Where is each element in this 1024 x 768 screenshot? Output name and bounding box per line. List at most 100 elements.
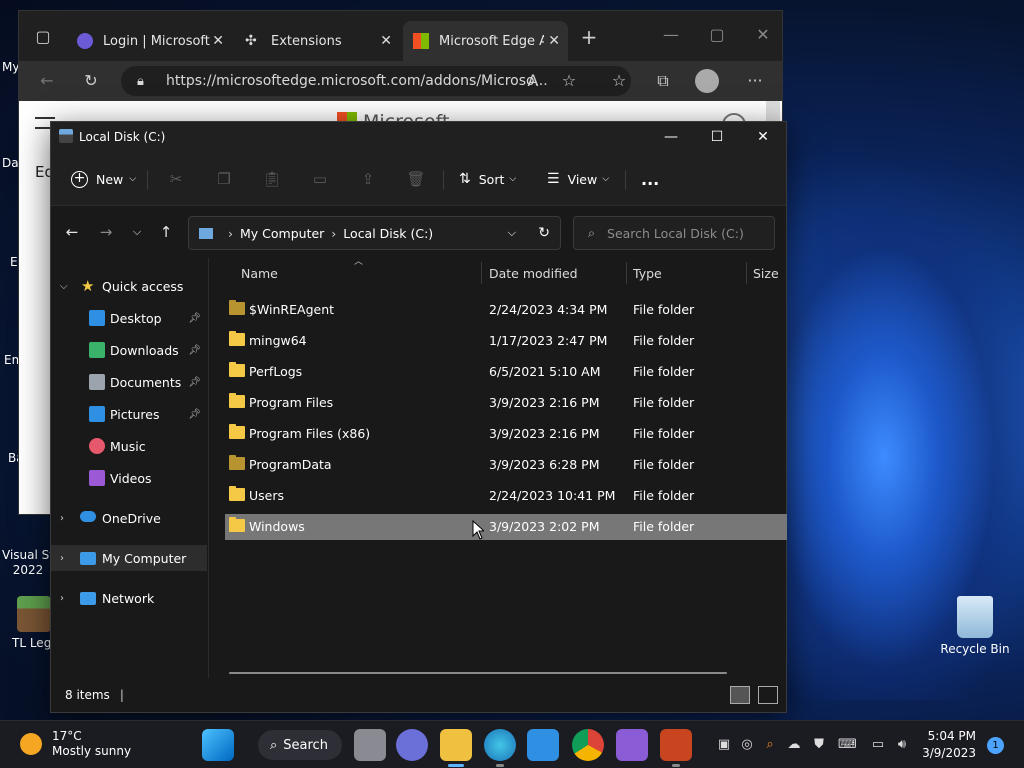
weather-widget[interactable]: 17°C Mostly sunny (20, 729, 131, 759)
minimize-icon[interactable]: — (648, 122, 694, 152)
tab-login-microsoft[interactable]: Login | Microsoft 3( ✕ (67, 21, 232, 61)
table-row[interactable]: Windows 3/9/2023 2:02 PM File folder (225, 514, 787, 540)
powerpoint-icon[interactable] (660, 729, 692, 767)
column-divider[interactable] (481, 262, 482, 284)
tray-search-icon[interactable]: ⌕ (762, 737, 778, 753)
new-button[interactable]: + New ⌵ (71, 168, 136, 190)
details-view-icon[interactable] (730, 686, 750, 704)
file-name: Users (249, 488, 285, 503)
favorites-icon[interactable]: ☆ (607, 69, 631, 93)
close-tab-icon[interactable]: ✕ (380, 33, 392, 49)
sidebar-item-network[interactable]: › Network (51, 585, 207, 611)
sidebar-item-music[interactable]: Music (51, 433, 207, 459)
column-header-name[interactable]: Name (241, 266, 278, 281)
cloud-icon (80, 511, 96, 522)
back-icon[interactable]: ← (35, 69, 59, 93)
clock[interactable]: 5:04 PM 3/9/2023 (922, 728, 976, 762)
table-row[interactable]: $WinREAgent 2/24/2023 4:34 PM File folder (225, 297, 787, 323)
view-button[interactable]: ☰ View ⌵ (547, 168, 609, 190)
see-more-button[interactable]: ... (641, 168, 659, 190)
keyboard-icon[interactable]: ⌨ (838, 737, 857, 753)
store-icon[interactable] (527, 729, 559, 761)
delete-icon[interactable]: 🗑︎ (405, 168, 427, 190)
command-bar: + New ⌵ ✂ ❐ 📋︎ ▭ ⇪ 🗑︎ ⇅ Sort ⌵ ☰ View ⌵ … (51, 152, 786, 206)
large-icons-view-icon[interactable] (758, 686, 778, 704)
chat-icon[interactable] (396, 729, 428, 761)
table-row[interactable]: Program Files 3/9/2023 2:16 PM File folder (225, 390, 787, 416)
table-row[interactable]: Users 2/24/2023 10:41 PM File folder (225, 483, 787, 509)
sidebar-item-quick-access[interactable]: ⌵ ★ Quick access (51, 273, 207, 299)
tray-app-icon[interactable]: ☁ (786, 737, 802, 753)
close-tab-icon[interactable]: ✕ (212, 33, 224, 49)
close-window-icon[interactable]: ✕ (751, 23, 775, 47)
sidebar-item-pictures[interactable]: Pictures 📌︎ (51, 401, 207, 427)
file-explorer-taskbar-icon[interactable] (440, 729, 472, 767)
cut-icon[interactable]: ✂ (165, 168, 187, 190)
minimize-icon[interactable]: — (659, 23, 683, 47)
tab-extensions[interactable]: ✣ Extensions ✕ (235, 21, 400, 61)
add-favorite-icon[interactable]: ☆ (557, 69, 581, 93)
pin-icon: 📌︎ (188, 312, 201, 324)
up-icon[interactable]: ↑ (155, 221, 177, 243)
volume-icon[interactable]: 🔊︎ (894, 737, 910, 753)
recent-locations-icon[interactable]: ⌵ (126, 221, 148, 243)
table-row[interactable]: mingw64 1/17/2023 2:47 PM File folder (225, 328, 787, 354)
breadcrumb-my-computer[interactable]: My Computer (240, 226, 324, 241)
breadcrumb[interactable]: › My Computer › Local Disk (C:) ⌵ ↻ (188, 216, 561, 250)
maximize-icon[interactable]: ▢ (705, 23, 729, 47)
column-divider[interactable] (626, 262, 627, 284)
table-row[interactable]: Program Files (x86) 3/9/2023 2:16 PM File … (225, 421, 787, 447)
column-header-date[interactable]: Date modified (489, 266, 578, 281)
sidebar-item-my-computer[interactable]: › My Computer (51, 545, 207, 571)
chrome-icon[interactable] (572, 729, 604, 761)
start-button[interactable] (202, 729, 234, 761)
new-tab-button[interactable]: + (577, 25, 601, 49)
sort-button[interactable]: ⇅ Sort ⌵ (459, 168, 516, 190)
rename-icon[interactable]: ▭ (309, 168, 331, 190)
search-input[interactable]: ⌕ Search Local Disk (C:) (573, 216, 775, 250)
paste-icon[interactable]: 📋︎ (261, 168, 283, 190)
edge-taskbar-icon[interactable] (484, 729, 516, 767)
visual-studio-icon[interactable] (616, 729, 648, 761)
notification-badge[interactable]: 1 (987, 737, 1004, 754)
sidebar-item-videos[interactable]: Videos (51, 465, 207, 491)
tray-app-icon[interactable]: ◎ (739, 737, 755, 753)
column-header-size[interactable]: Size (753, 266, 779, 281)
taskbar-search[interactable]: ⌕ Search (258, 730, 342, 760)
refresh-icon[interactable]: ↻ (538, 225, 550, 241)
address-bar[interactable]: 🔒︎ https://microsoftedge.microsoft.com/a… (121, 66, 631, 96)
table-row[interactable]: PerfLogs 6/5/2021 5:10 AM File folder (225, 359, 787, 385)
sidebar-item-documents[interactable]: Documents 📌︎ (51, 369, 207, 395)
back-icon[interactable]: ← (61, 221, 83, 243)
file-name: Windows (249, 519, 305, 534)
sidebar-item-downloads[interactable]: Downloads 📌︎ (51, 337, 207, 363)
settings-more-icon[interactable]: ··· (743, 69, 767, 93)
chevron-down-icon[interactable]: ⌵ (508, 226, 516, 240)
table-row[interactable]: ProgramData 3/9/2023 6:28 PM File folder (225, 452, 787, 478)
network-tray-icon[interactable]: ▭ (870, 737, 886, 753)
read-aloud-icon[interactable]: A (521, 69, 545, 93)
breadcrumb-local-disk[interactable]: Local Disk (C:) (343, 226, 433, 241)
tab-edge-addons[interactable]: Microsoft Edge Add ✕ (403, 21, 568, 61)
horizontal-scrollbar[interactable] (229, 672, 727, 674)
close-window-icon[interactable]: ✕ (740, 122, 786, 152)
share-icon[interactable]: ⇪ (357, 168, 379, 190)
forward-icon[interactable]: → (95, 221, 117, 243)
sidebar-item-onedrive[interactable]: › OneDrive (51, 505, 207, 531)
tab-actions-icon[interactable]: ▢ (31, 25, 55, 49)
sidebar-item-desktop[interactable]: Desktop 📌︎ (51, 305, 207, 331)
close-tab-icon[interactable]: ✕ (548, 33, 560, 49)
desktop-icon-recycle-bin[interactable]: Recycle Bin (935, 596, 1015, 656)
copy-icon[interactable]: ❐ (213, 168, 235, 190)
desktop-icon-visual-studio[interactable]: Visual St 2022 (0, 530, 56, 578)
column-header-type[interactable]: Type (633, 266, 662, 281)
refresh-icon[interactable]: ↻ (79, 69, 103, 93)
profile-avatar[interactable] (695, 69, 719, 93)
star-icon: ★ (81, 277, 95, 295)
task-view-icon[interactable] (354, 729, 386, 761)
maximize-icon[interactable]: ☐ (694, 122, 740, 152)
collections-icon[interactable]: ⧉ (651, 69, 675, 93)
tray-app-icon[interactable]: ▣ (716, 737, 732, 753)
column-divider[interactable] (746, 262, 747, 284)
security-shield-icon[interactable]: ⛊ (811, 737, 827, 753)
